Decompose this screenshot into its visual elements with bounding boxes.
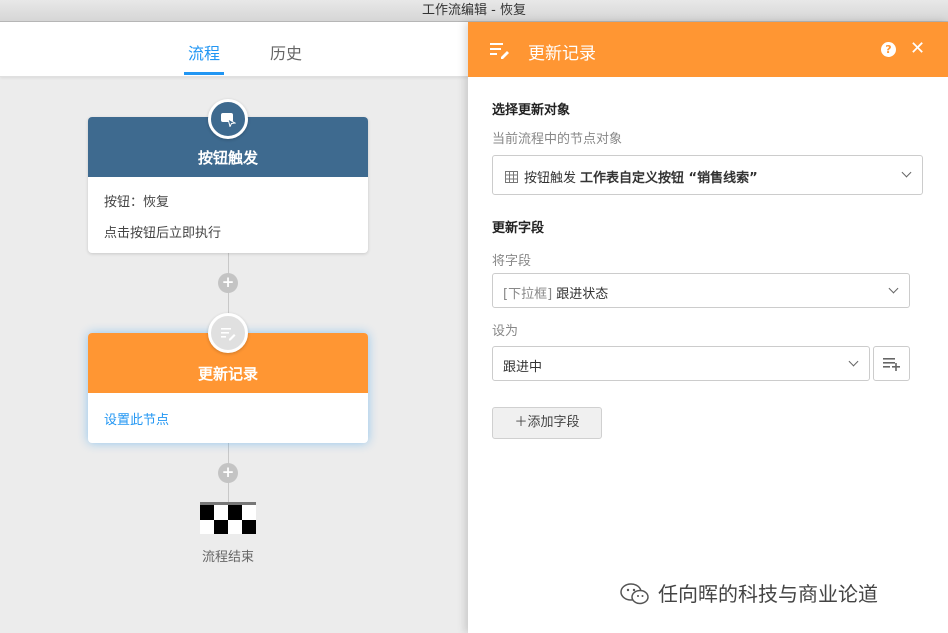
node-settings-panel: 更新记录 ? ✕ 选择更新对象 当前流程中的节点对象 按钮触发 工作表自定义按钮 … <box>468 22 948 633</box>
field-select-value: 跟进状态 <box>556 287 609 302</box>
window-title: 工作流编辑 - 恢复 <box>422 3 526 18</box>
tab-history-label: 历史 <box>270 44 303 63</box>
button-cursor-icon <box>208 99 248 139</box>
field-label: 将字段 <box>492 254 532 269</box>
edit-list-icon <box>208 313 248 353</box>
field-type-tag: [下拉框] <box>503 287 553 302</box>
field-select[interactable]: [下拉框] 跟进状态 <box>492 273 910 308</box>
set-value-text: 跟进中 <box>503 360 543 375</box>
panel-title: 更新记录 <box>528 44 596 64</box>
target-object-value: 工作表自定义按钮 “销售线索” <box>580 171 758 186</box>
tab-flow-label: 流程 <box>188 44 221 63</box>
set-value-select[interactable]: 跟进中 <box>492 346 870 381</box>
add-node-button[interactable]: + <box>218 273 238 293</box>
target-object-select[interactable]: 按钮触发 工作表自定义按钮 “销售线索” <box>492 155 923 195</box>
trigger-button-line: 按钮：恢复 <box>104 195 170 210</box>
watermark: 任向晖的科技与商业论道 <box>620 578 878 607</box>
window-titlebar: 工作流编辑 - 恢复 <box>0 0 948 22</box>
list-add-icon <box>883 358 900 371</box>
flow-end-label: 流程结束 <box>201 550 254 565</box>
set-value-label: 设为 <box>492 324 519 339</box>
tab-flow[interactable]: 流程 <box>184 40 225 75</box>
add-field-button[interactable]: ＋添加字段 <box>492 407 602 439</box>
update-node-card[interactable]: 更新记录 设置此节点 <box>88 313 368 443</box>
add-node-button[interactable]: + <box>218 463 238 483</box>
target-object-prefix: 按钮触发 <box>524 171 577 186</box>
tab-history[interactable]: 历史 <box>270 40 302 64</box>
tab-bar: 流程 历史 <box>0 22 468 77</box>
wechat-icon <box>620 583 649 605</box>
active-tab-indicator <box>184 72 225 75</box>
chevron-down-icon <box>901 167 912 178</box>
table-icon <box>505 171 518 183</box>
edit-list-icon <box>490 43 509 59</box>
insert-field-button[interactable] <box>873 346 910 381</box>
chevron-down-icon <box>848 356 859 366</box>
fields-section-title: 更新字段 <box>492 221 545 236</box>
trigger-desc: 点击按钮后立即执行 <box>104 226 222 241</box>
watermark-text: 任向晖的科技与商业论道 <box>658 582 878 606</box>
panel-header: 更新记录 ? ✕ <box>468 22 948 77</box>
flow-canvas: 流程 历史 按钮触发 按钮：恢复 点击按钮后立即执行 + 更新记录 设置此节点 … <box>0 22 468 633</box>
target-section-title: 选择更新对象 <box>492 103 571 118</box>
help-icon[interactable]: ? <box>881 42 896 57</box>
trigger-node-card[interactable]: 按钮触发 按钮：恢复 点击按钮后立即执行 <box>88 99 368 253</box>
target-section-subtitle: 当前流程中的节点对象 <box>492 132 623 147</box>
chevron-down-icon <box>888 283 899 293</box>
setup-node-link[interactable]: 设置此节点 <box>88 409 368 428</box>
finish-flag-icon <box>200 502 256 534</box>
close-icon[interactable]: ✕ <box>910 38 925 59</box>
